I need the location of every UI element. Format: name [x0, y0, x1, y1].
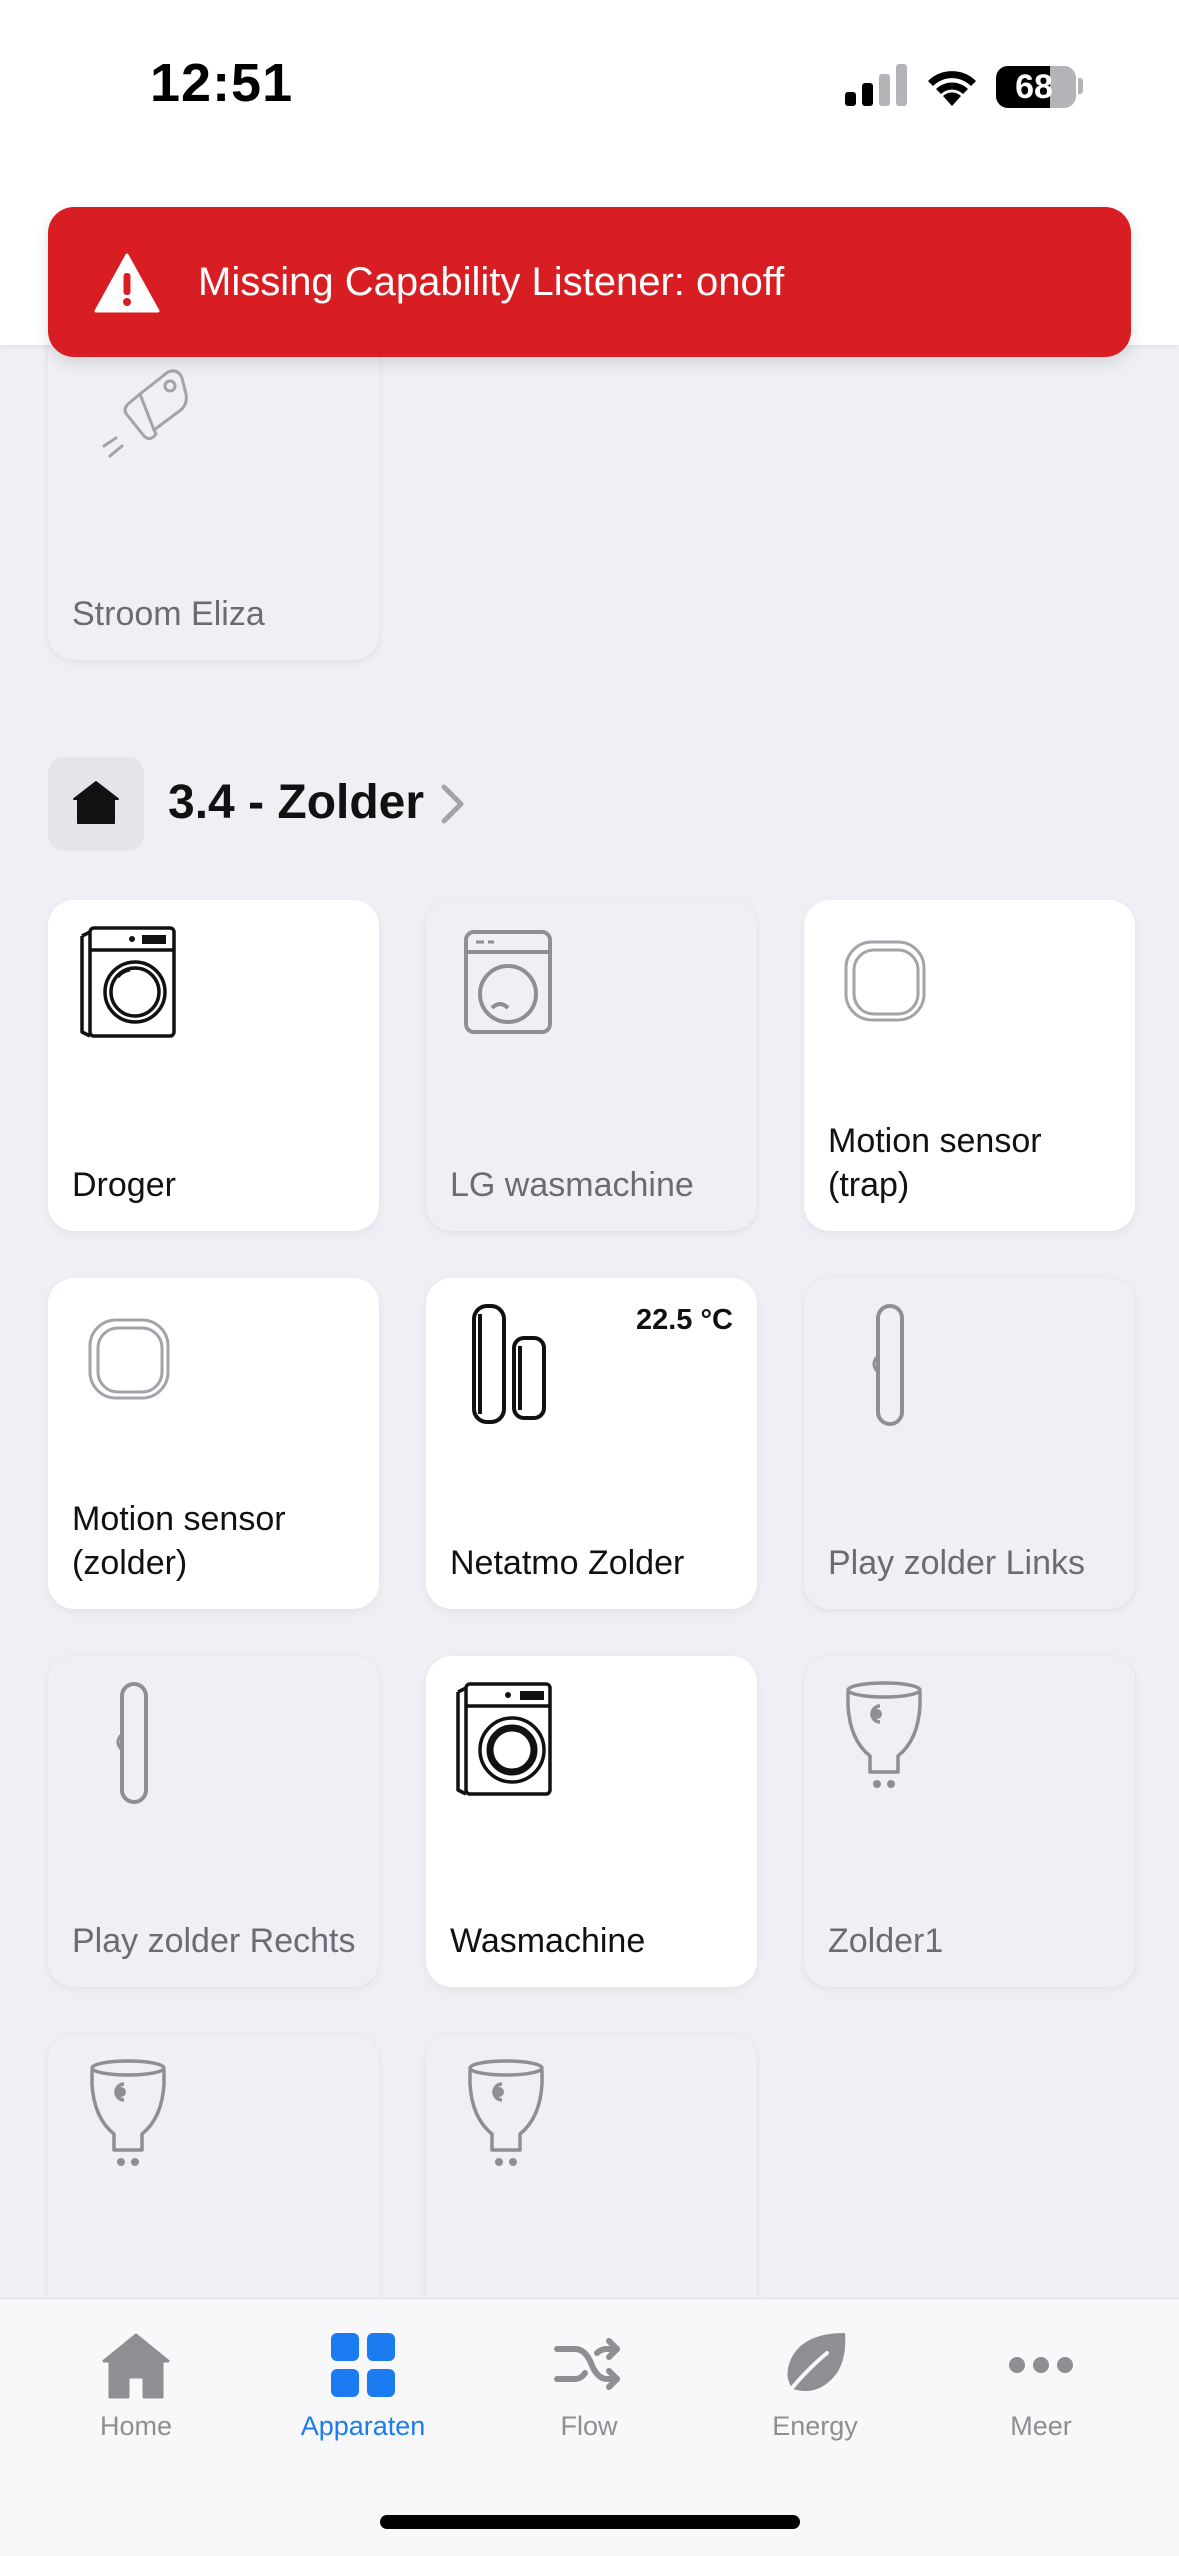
smart-plug-icon: [102, 369, 188, 458]
home-icon: [73, 781, 119, 824]
spotlight-bulb-icon: [846, 1681, 922, 1788]
error-alert-banner[interactable]: Missing Capability Listener: onoff: [48, 207, 1131, 357]
tab-label: Apparaten: [300, 2411, 426, 2441]
device-name: Play zolder Links: [828, 1544, 1086, 1582]
device-name: Motion sensor (trap): [828, 1122, 1042, 1204]
tab-label: Meer: [1010, 2411, 1072, 2441]
device-name: Netatmo Zolder: [450, 1544, 685, 1582]
device-tile-netatmo-zolder[interactable]: 22.5 °C Netatmo Zolder: [426, 1278, 757, 1609]
zone-header[interactable]: 3.4 - Zolder: [48, 757, 748, 851]
more-dots-icon: [1009, 2357, 1073, 2373]
device-name: Zolder1: [828, 1922, 944, 1960]
cellular-signal-icon: [845, 64, 907, 106]
battery-level: 68: [1015, 68, 1053, 106]
device-tile-zolder1[interactable]: Zolder1: [804, 1656, 1135, 1987]
tab-meer[interactable]: Meer: [951, 2329, 1131, 2459]
dryer-icon: [80, 926, 176, 1038]
spotlight-bulb-icon: [468, 2059, 544, 2166]
leaf-icon: [783, 2333, 846, 2399]
device-name: Motion sensor (zolder): [72, 1500, 286, 1582]
device-name: Wasmachine: [450, 1922, 646, 1960]
devices-grid-icon: [331, 2333, 395, 2397]
washing-machine-icon: [464, 930, 552, 1034]
tab-apparaten[interactable]: Apparaten: [273, 2329, 453, 2459]
wifi-icon: [928, 71, 976, 106]
motion-sensor-icon: [844, 940, 926, 1022]
shuffle-icon: [554, 2338, 620, 2390]
home-indicator[interactable]: [380, 2515, 800, 2529]
device-tile-motion-sensor-zolder[interactable]: Motion sensor (zolder): [48, 1278, 379, 1609]
zone-title: 3.4 - Zolder: [168, 776, 425, 829]
device-name: Play zolder Rechts: [72, 1922, 356, 1960]
device-tile-play-zolder-rechts[interactable]: Play zolder Rechts: [48, 1656, 379, 1987]
tab-flow[interactable]: Flow: [499, 2329, 679, 2459]
device-tile-motion-sensor-trap[interactable]: Motion sensor (trap): [804, 900, 1135, 1231]
warning-triangle-icon: [94, 253, 160, 313]
battery-nub: [1078, 78, 1083, 94]
washing-machine-icon: [456, 1682, 552, 1796]
tab-energy[interactable]: Energy: [725, 2329, 905, 2459]
device-name: Stroom Eliza: [72, 595, 265, 633]
device-name: LG wasmachine: [450, 1166, 694, 1204]
spotlight-bulb-icon: [90, 2059, 166, 2166]
device-tile-droger[interactable]: Droger: [48, 900, 379, 1231]
alert-message: Missing Capability Listener: onoff: [198, 260, 785, 304]
device-tile-wasmachine[interactable]: Wasmachine: [426, 1656, 757, 1987]
device-tile-play-zolder-links[interactable]: Play zolder Links: [804, 1278, 1135, 1609]
motion-sensor-icon: [88, 1318, 170, 1400]
zone-icon-box: [48, 757, 144, 851]
tab-label: Flow: [560, 2411, 618, 2441]
chevron-right-icon: [441, 784, 464, 824]
device-name: Droger: [72, 1166, 176, 1204]
temperature-reading: 22.5 °C: [635, 1304, 733, 1336]
speaker-icon: [872, 1304, 904, 1426]
battery-icon: 68: [996, 66, 1076, 108]
status-time: 12:51: [150, 53, 294, 113]
device-tile-stroom-eliza[interactable]: Stroom Eliza: [48, 330, 379, 660]
tab-label: Energy: [772, 2411, 858, 2441]
speaker-icon: [116, 1682, 148, 1804]
tab-label: Home: [99, 2411, 173, 2441]
device-tile-lg-wasmachine[interactable]: LG wasmachine: [426, 900, 757, 1231]
weather-station-icon: [472, 1304, 546, 1424]
home-icon: [102, 2333, 170, 2399]
tab-home[interactable]: Home: [46, 2329, 226, 2459]
